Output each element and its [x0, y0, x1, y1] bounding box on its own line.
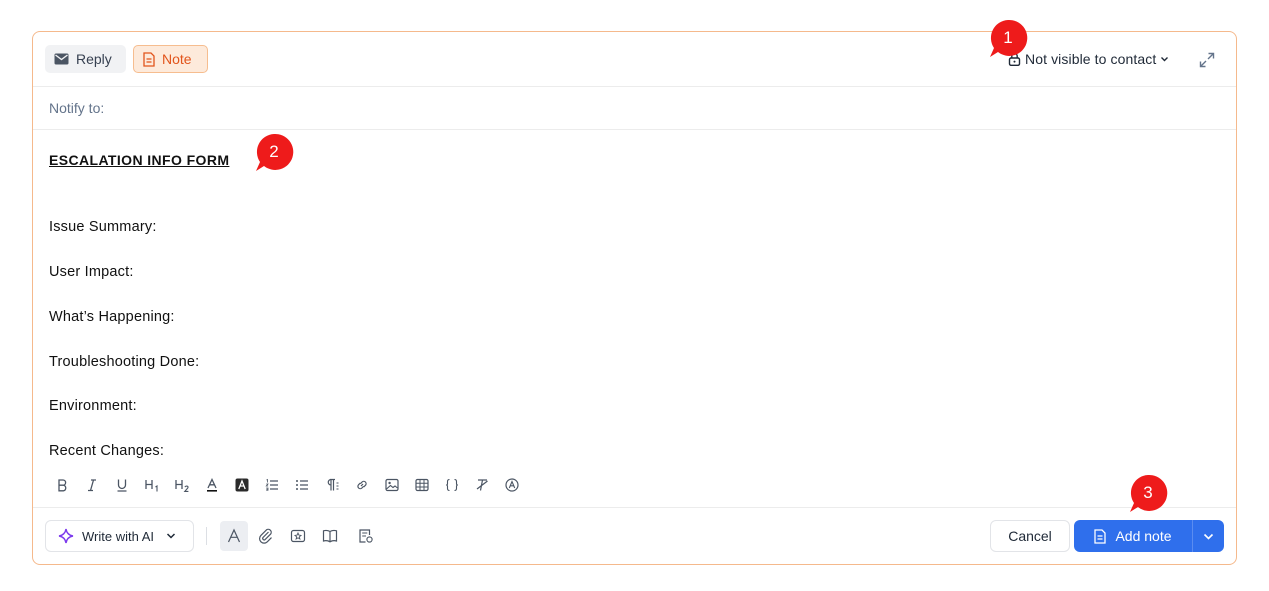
field-issue-summary: Issue Summary:	[49, 219, 157, 235]
chevron-down-icon	[166, 533, 176, 539]
bullet-list-icon[interactable]	[287, 473, 317, 497]
clear-format-icon[interactable]	[467, 473, 497, 497]
field-environment: Environment:	[49, 398, 137, 414]
heading1-icon[interactable]	[137, 473, 167, 497]
mail-icon	[54, 53, 69, 65]
note-tab[interactable]: Note	[133, 45, 208, 73]
bold-icon[interactable]	[47, 473, 77, 497]
field-user-impact: User Impact:	[49, 264, 134, 280]
field-troubleshooting-done: Troubleshooting Done:	[49, 354, 200, 370]
italic-icon[interactable]	[77, 473, 107, 497]
cancel-button[interactable]: Cancel	[990, 520, 1070, 552]
callout-number: 1	[1003, 28, 1013, 47]
link-icon[interactable]	[347, 473, 377, 497]
template-button[interactable]	[352, 521, 380, 551]
reply-tab[interactable]: Reply	[45, 45, 126, 73]
note-tab-label: Note	[162, 51, 192, 67]
reply-tab-label: Reply	[76, 51, 112, 67]
note-body[interactable]: ESCALATION INFO FORM Issue Summary: User…	[49, 130, 1220, 465]
numbered-list-icon[interactable]	[257, 473, 287, 497]
text-color-icon[interactable]	[197, 473, 227, 497]
editor-header: Reply Note Not visible to contact	[33, 32, 1236, 87]
field-whats-happening: What’s Happening:	[49, 309, 175, 325]
heading2-icon[interactable]	[167, 473, 197, 497]
add-note-options-button[interactable]	[1192, 520, 1224, 552]
code-braces-icon[interactable]	[437, 473, 467, 497]
expand-icon[interactable]	[1198, 51, 1216, 69]
field-recent-changes: Recent Changes:	[49, 443, 165, 459]
write-with-ai-button[interactable]: Write with AI	[45, 520, 194, 552]
paragraph-icon[interactable]	[317, 473, 347, 497]
text-format-icon	[227, 528, 241, 543]
callout-number: 2	[269, 142, 279, 161]
highlight-icon[interactable]	[227, 473, 257, 497]
visibility-label: Not visible to contact	[1025, 51, 1157, 67]
sparkle-icon	[58, 528, 74, 544]
note-icon	[1094, 528, 1107, 544]
paperclip-icon	[258, 528, 272, 544]
note-icon	[143, 51, 155, 67]
attach-button[interactable]	[252, 521, 280, 551]
spellcheck-icon[interactable]	[497, 473, 527, 497]
canned-response-button[interactable]	[284, 521, 312, 551]
knowledge-base-button[interactable]	[316, 521, 344, 551]
notify-row[interactable]: Notify to:	[33, 87, 1236, 130]
canned-response-icon	[290, 529, 306, 543]
underline-icon[interactable]	[107, 473, 137, 497]
callout-marker-3: 3	[1129, 474, 1169, 514]
toolbar-divider	[206, 527, 207, 545]
form-title: ESCALATION INFO FORM	[49, 152, 230, 168]
formatting-toolbar	[47, 473, 527, 497]
book-open-icon	[322, 529, 338, 543]
note-editor: Reply Note Not visible to contact Notify…	[32, 31, 1237, 565]
add-note-label: Add note	[1115, 528, 1172, 544]
chevron-down-icon	[1161, 57, 1169, 62]
chevron-down-icon	[1203, 533, 1214, 540]
template-icon	[359, 529, 373, 543]
callout-marker-2: 2	[255, 133, 295, 173]
callout-marker-1: 1	[989, 19, 1029, 59]
image-icon[interactable]	[377, 473, 407, 497]
write-with-ai-label: Write with AI	[82, 528, 155, 544]
callout-number: 3	[1143, 483, 1153, 502]
editor-footer: Write with AI Cancel Add note	[33, 507, 1236, 565]
visibility-dropdown[interactable]: Not visible to contact	[1008, 51, 1169, 67]
notify-label: Notify to:	[49, 100, 105, 116]
formatting-toggle-button[interactable]	[220, 521, 248, 551]
add-note-button[interactable]: Add note	[1074, 520, 1192, 552]
table-icon[interactable]	[407, 473, 437, 497]
